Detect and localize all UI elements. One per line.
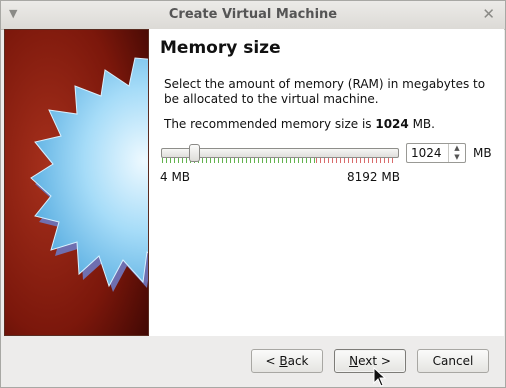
memory-value-input[interactable] — [409, 145, 449, 161]
memory-unit-label: MB — [473, 146, 492, 160]
slider-max-label: 8192 MB — [347, 170, 400, 184]
wizard-banner-image — [4, 29, 149, 336]
starburst-graphic — [5, 30, 148, 335]
mouse-pointer-icon — [373, 367, 387, 387]
spin-buttons: ▲ ▼ — [448, 144, 465, 162]
page-description: Select the amount of memory (RAM) in meg… — [164, 77, 486, 106]
page-title: Memory size — [160, 38, 281, 58]
next-button[interactable]: Next > — [334, 349, 406, 373]
next-mnemonic: N — [349, 354, 359, 368]
memory-slider[interactable] — [159, 143, 399, 165]
recommended-memory-text: The recommended memory size is 1024 MB. — [164, 117, 435, 131]
unsafe-range-ticks — [316, 158, 396, 163]
back-prefix: < — [265, 354, 280, 368]
increment-arrow-icon[interactable]: ▲ — [449, 144, 465, 153]
memory-spinbox[interactable]: ▲ ▼ — [406, 143, 466, 163]
slider-min-label: 4 MB — [160, 170, 191, 184]
back-rest: ack — [287, 354, 309, 368]
window-title: Create Virtual Machine — [168, 7, 338, 22]
slider-handle[interactable] — [189, 144, 200, 162]
title-bar[interactable]: ▼ Create Virtual Machine ✕ — [1, 1, 505, 30]
create-vm-dialog: ▼ Create Virtual Machine ✕ Memory size S… — [0, 0, 506, 388]
next-rest: ext > — [358, 354, 391, 368]
recommend-prefix: The recommended memory size is — [164, 117, 376, 131]
recommended-value: 1024 — [375, 117, 409, 131]
recommend-suffix: MB. — [408, 117, 435, 131]
wizard-page: Memory size Select the amount of memory … — [149, 29, 504, 336]
back-mnemonic: B — [279, 354, 288, 368]
safe-range-ticks — [162, 158, 316, 163]
back-button[interactable]: < Back — [251, 349, 323, 373]
close-icon[interactable]: ✕ — [482, 5, 495, 23]
cancel-button[interactable]: Cancel — [417, 349, 489, 373]
decrement-arrow-icon[interactable]: ▼ — [449, 153, 465, 162]
